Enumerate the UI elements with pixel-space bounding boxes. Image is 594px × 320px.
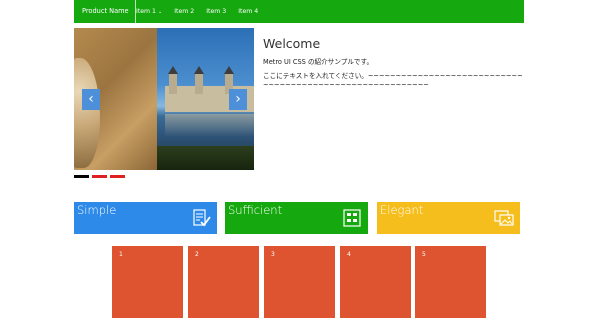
nav-item-4[interactable]: Item 4 bbox=[232, 0, 264, 23]
carousel-prev-button[interactable]: ‹ bbox=[82, 89, 100, 110]
nav-item-1-label: Item 1 bbox=[136, 8, 156, 15]
carousel-next-button[interactable]: › bbox=[229, 89, 247, 110]
number-box-3[interactable]: 3 bbox=[264, 246, 335, 318]
animal-figure bbox=[74, 58, 100, 168]
grass-foreground bbox=[157, 146, 254, 170]
tile-elegant-label: Elegant bbox=[380, 203, 424, 217]
number-box-2[interactable]: 2 bbox=[188, 246, 259, 318]
castle-tower bbox=[194, 66, 204, 94]
nav-item-1[interactable]: Item 1 ⌄ bbox=[130, 0, 168, 23]
welcome-body: ここにテキストを入れてください。~~~~~~~~~~~~~~~~~~~~~~~~… bbox=[263, 72, 523, 89]
number-box-5[interactable]: 5 bbox=[415, 246, 486, 318]
carousel-dot-3[interactable] bbox=[110, 175, 125, 178]
chevron-down-icon: ⌄ bbox=[158, 9, 163, 15]
brand-link[interactable]: Product Name bbox=[74, 0, 136, 23]
welcome-section: Welcome Metro UI CSS の紹介サンプルです。 ここにテキストを… bbox=[263, 36, 525, 90]
number-box-4[interactable]: 4 bbox=[340, 246, 411, 318]
carousel-indicators bbox=[74, 175, 125, 178]
nav-menu: Item 1 ⌄ Item 2 Item 3 Item 4 bbox=[130, 0, 264, 23]
number-box-1[interactable]: 1 bbox=[112, 246, 183, 318]
tile-sufficient[interactable]: Sufficient bbox=[225, 202, 368, 234]
tile-simple[interactable]: Simple bbox=[74, 202, 217, 234]
top-navbar: Product Name Item 1 ⌄ Item 2 Item 3 Item … bbox=[74, 0, 524, 23]
tile-simple-label: Simple bbox=[77, 203, 117, 217]
box-number: 4 bbox=[347, 251, 351, 258]
castle-roof bbox=[194, 66, 204, 74]
castle-roof bbox=[168, 66, 178, 74]
welcome-title: Welcome bbox=[263, 36, 321, 51]
nav-item-3[interactable]: Item 3 bbox=[200, 0, 232, 23]
carousel-dot-1[interactable] bbox=[74, 175, 89, 178]
tile-elegant[interactable]: Elegant bbox=[377, 202, 520, 234]
box-number: 3 bbox=[271, 251, 275, 258]
images-icon bbox=[494, 210, 514, 226]
welcome-subtitle: Metro UI CSS の紹介サンプルです。 bbox=[263, 58, 374, 66]
form-check-icon bbox=[193, 209, 211, 227]
tile-sufficient-label: Sufficient bbox=[228, 203, 283, 217]
castle-roof bbox=[224, 66, 234, 74]
image-carousel: ‹ › bbox=[74, 28, 254, 170]
grid-layout-icon bbox=[343, 209, 361, 227]
carousel-dot-2[interactable] bbox=[92, 175, 107, 178]
nav-item-2[interactable]: Item 2 bbox=[168, 0, 200, 23]
box-number: 1 bbox=[119, 251, 123, 258]
box-number: 2 bbox=[195, 251, 199, 258]
box-number: 5 bbox=[422, 251, 426, 258]
castle-tower bbox=[168, 66, 178, 94]
water-reflection bbox=[165, 114, 254, 136]
